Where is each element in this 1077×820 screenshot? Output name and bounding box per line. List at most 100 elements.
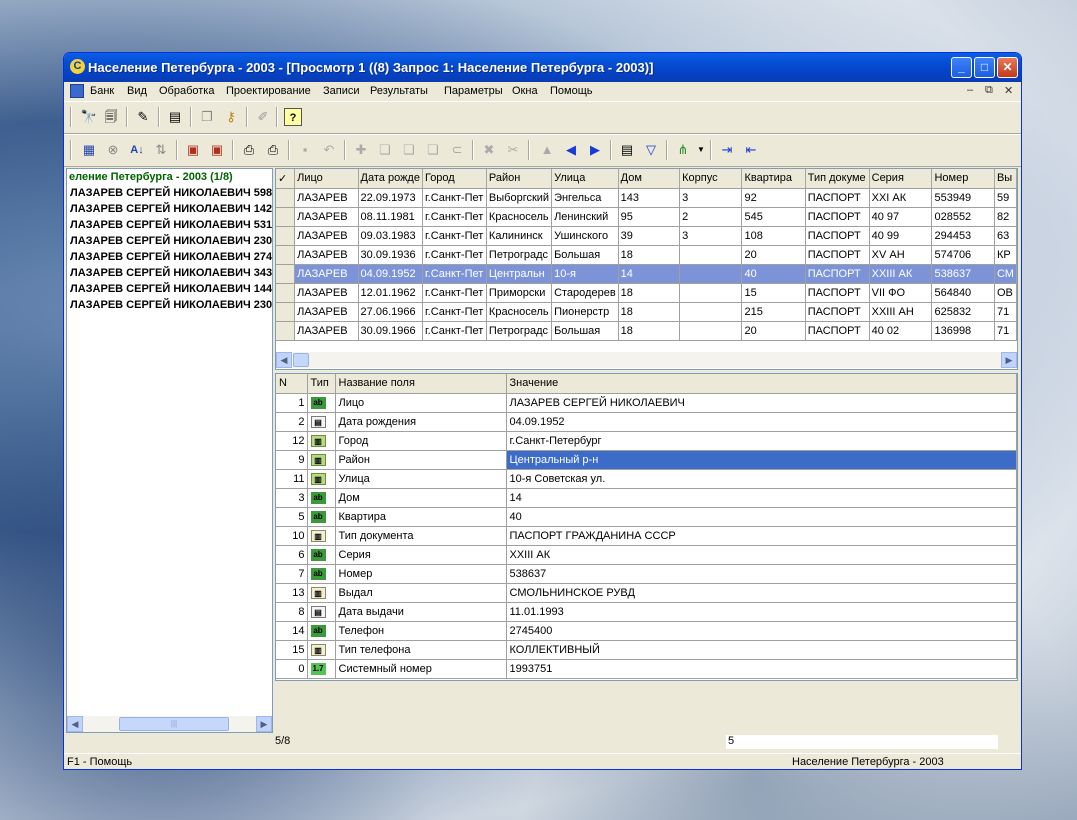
table-cell[interactable]: Красносель xyxy=(486,302,553,322)
cancel-icon[interactable]: ⊗ xyxy=(104,141,122,159)
table-cell[interactable]: 20 xyxy=(741,321,806,341)
table-cell[interactable]: ЛАЗАРЕВ xyxy=(294,188,359,208)
table-row[interactable]: ЛАЗАРЕВ 08.11.1981 г.Санкт-Пет Красносель Ле… xyxy=(276,207,1017,227)
table-cell[interactable]: 39 xyxy=(618,226,681,246)
record-tree[interactable]: еление Петербурга - 2003 (1/8) ЛАЗАРЕВ С… xyxy=(66,168,273,733)
menu-windows[interactable]: Окна xyxy=(512,85,538,97)
import-icon[interactable]: ▣ xyxy=(208,141,226,159)
field-row[interactable]: 6 ab Серия XXIII АК xyxy=(276,545,1017,565)
row-indicator[interactable] xyxy=(276,188,296,208)
table-cell[interactable]: 18 xyxy=(618,245,681,265)
table-cell[interactable]: Калининск xyxy=(486,226,553,246)
field-value[interactable]: XXIII АК xyxy=(506,545,1017,565)
table-cell[interactable]: 143 xyxy=(618,188,681,208)
table-cell[interactable]: 108 xyxy=(741,226,806,246)
table-cell[interactable]: 538637 xyxy=(931,264,995,284)
bank-icon[interactable]: ▦ xyxy=(80,141,98,159)
minimize-button[interactable]: _ xyxy=(951,57,972,78)
table-cell[interactable]: КР xyxy=(994,245,1017,265)
table-cell[interactable]: г.Санкт-Пет xyxy=(422,321,487,341)
chevron-down-icon[interactable]: ▼ xyxy=(692,141,710,159)
table-row[interactable]: ЛАЗАРЕВ 04.09.1952 г.Санкт-Пет Центральн 10-… xyxy=(276,264,1017,284)
field-row[interactable]: 7 ab Номер 538637 xyxy=(276,564,1017,584)
field-row[interactable]: 0 1.7 Системный номер 1993751 xyxy=(276,659,1017,679)
save-icon[interactable]: ▪ xyxy=(296,141,314,159)
table-row[interactable]: ЛАЗАРЕВ 30.09.1936 г.Санкт-Пет Петроградс Бо… xyxy=(276,245,1017,265)
table-cell[interactable]: ПАСПОРТ xyxy=(805,321,870,341)
table-cell[interactable]: 294453 xyxy=(931,226,995,246)
table-cell[interactable]: ПАСПОРТ xyxy=(805,188,870,208)
table-cell[interactable]: 028552 xyxy=(931,207,995,227)
next-icon[interactable]: ▶ xyxy=(586,141,604,159)
table-cell[interactable]: ПАСПОРТ xyxy=(805,245,870,265)
table-cell[interactable]: 30.09.1936 xyxy=(358,245,423,265)
table-cell[interactable]: Стародерев xyxy=(551,283,619,303)
field-value[interactable]: 538637 xyxy=(506,564,1017,584)
column-header[interactable]: Серия xyxy=(869,169,933,189)
table-cell[interactable]: XXIII АК xyxy=(869,264,933,284)
table-row[interactable]: ЛАЗАРЕВ 30.09.1966 г.Санкт-Пет Петроградс Бо… xyxy=(276,321,1017,341)
header-n[interactable]: N xyxy=(276,374,308,394)
mdi-minimize-button[interactable]: – xyxy=(967,84,973,96)
table-cell[interactable]: 08.11.1981 xyxy=(358,207,423,227)
tree-item[interactable]: ЛАЗАРЕВ СЕРГЕЙ НИКОЛАЕВИЧ 142 xyxy=(70,203,272,215)
table-cell[interactable]: Ушинского xyxy=(551,226,619,246)
table-cell[interactable]: 14 xyxy=(618,264,681,284)
table-cell[interactable]: 20 xyxy=(741,245,806,265)
print-preview-icon[interactable]: ⎙ xyxy=(264,141,282,159)
title-bar[interactable]: C Население Петербурга - 2003 - [Просмот… xyxy=(64,53,1021,82)
field-row[interactable]: 3 ab Дом 14 xyxy=(276,488,1017,508)
binoculars-icon[interactable]: 🔭 xyxy=(80,108,98,126)
table-cell[interactable]: 04.09.1952 xyxy=(358,264,423,284)
delete-icon[interactable]: ✖ xyxy=(480,141,498,159)
table-row[interactable]: ЛАЗАРЕВ 22.09.1973 г.Санкт-Пет Выборгский Эн… xyxy=(276,188,1017,208)
move-up-icon[interactable]: ▲ xyxy=(538,141,556,159)
column-header[interactable]: Корпус xyxy=(679,169,743,189)
table-cell[interactable]: 625832 xyxy=(931,302,995,322)
paste-icon[interactable]: ❏ xyxy=(424,141,442,159)
tree-item[interactable]: ЛАЗАРЕВ СЕРГЕЙ НИКОЛАЕВИЧ 144 xyxy=(70,283,272,295)
header-value[interactable]: Значение xyxy=(506,374,1017,394)
column-header[interactable]: Вы xyxy=(994,169,1017,189)
table-cell[interactable] xyxy=(679,283,743,303)
table-cell[interactable]: 215 xyxy=(741,302,806,322)
table-cell[interactable]: Большая xyxy=(551,245,619,265)
menu-processing[interactable]: Обработка xyxy=(159,85,214,97)
column-header[interactable]: Дата рожде xyxy=(358,169,423,189)
table-row[interactable]: ЛАЗАРЕВ 27.06.1966 г.Санкт-Пет Красносель Пи… xyxy=(276,302,1017,322)
table-cell[interactable]: 10-я xyxy=(551,264,619,284)
row-indicator[interactable] xyxy=(276,283,296,303)
table-cell[interactable]: XXI АК xyxy=(869,188,933,208)
records-grid[interactable]: ✓ Лицо Дата рожде Город Район Улица Дом Корпус… xyxy=(275,168,1018,370)
menu-parameters[interactable]: Параметры xyxy=(444,85,503,97)
table-cell[interactable]: XXIII АН xyxy=(869,302,933,322)
edit-chart-icon[interactable]: ✎ xyxy=(134,108,152,126)
row-indicator[interactable] xyxy=(276,207,296,227)
print-icon[interactable]: ⎙ xyxy=(240,141,258,159)
table-cell[interactable]: Петроградс xyxy=(486,245,553,265)
scroll-right-button[interactable]: ▶ xyxy=(1001,352,1017,368)
duplicate-icon[interactable]: ❏ xyxy=(400,141,418,159)
header-type[interactable]: Тип xyxy=(307,374,336,394)
field-row[interactable]: 10 ▥ Тип документа ПАСПОРТ ГРАЖДАНИНА СССР xyxy=(276,526,1017,546)
field-value[interactable]: 10-я Советская ул. xyxy=(506,469,1017,489)
table-cell[interactable]: Приморски xyxy=(486,283,553,303)
export-right-icon[interactable]: ⇥ xyxy=(718,141,736,159)
row-indicator[interactable] xyxy=(276,264,296,284)
menu-bank[interactable]: Банк xyxy=(90,85,114,97)
field-row[interactable]: 12 ▥ Город г.Санкт-Петербург xyxy=(276,431,1017,451)
maximize-button[interactable]: □ xyxy=(974,57,995,78)
table-cell[interactable]: Красносель xyxy=(486,207,553,227)
table-cell[interactable]: Энгельса xyxy=(551,188,619,208)
tree-icon[interactable]: ⋔ xyxy=(674,141,692,159)
field-value[interactable]: ПАСПОРТ ГРАЖДАНИНА СССР xyxy=(506,526,1017,546)
table-cell[interactable]: 30.09.1966 xyxy=(358,321,423,341)
scroll-right-button[interactable]: ▶ xyxy=(256,716,272,732)
table-cell[interactable] xyxy=(679,264,743,284)
menu-design[interactable]: Проектирование xyxy=(226,85,311,97)
field-value[interactable]: 04.09.1952 xyxy=(506,412,1017,432)
filter-sort-icon[interactable]: ⇅ xyxy=(152,141,170,159)
record-fields-panel[interactable]: N Тип Название поля Значение 1 ab Лицо ЛАЗА… xyxy=(275,373,1018,681)
table-cell[interactable]: г.Санкт-Пет xyxy=(422,245,487,265)
binoculars-doc-icon[interactable]: 🗐 xyxy=(102,108,120,126)
